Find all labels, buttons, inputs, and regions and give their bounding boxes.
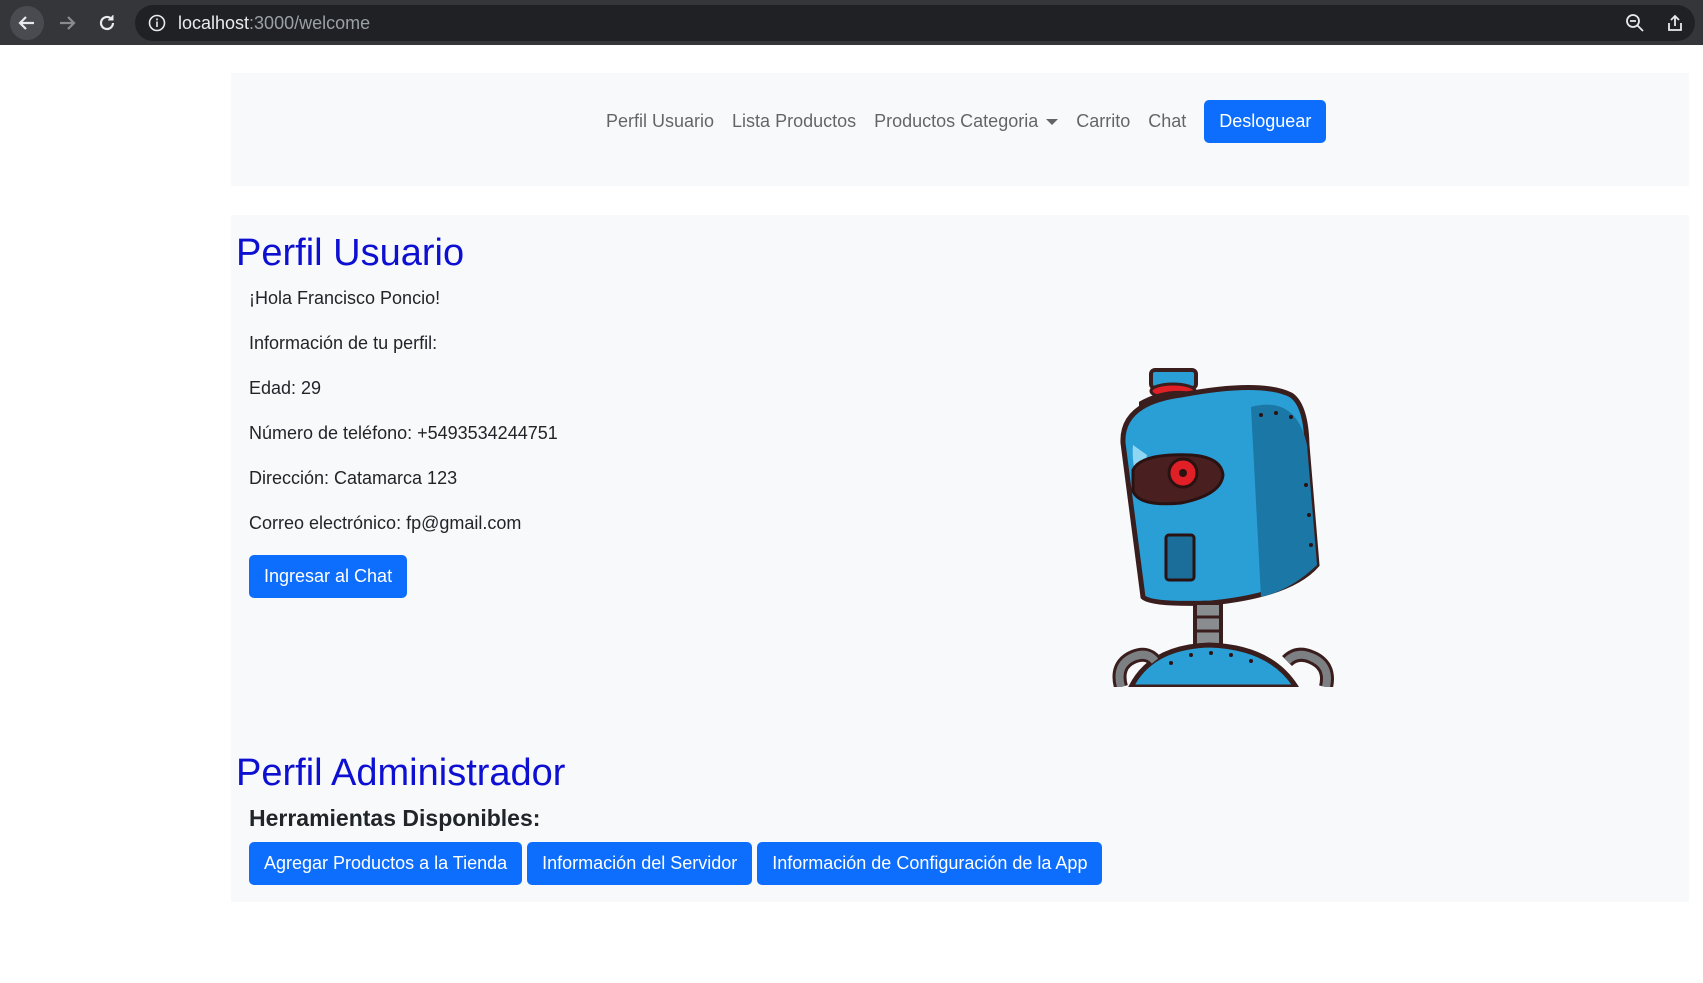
reload-icon <box>99 15 115 31</box>
profile-info-heading: Información de tu perfil: <box>249 333 438 353</box>
back-arrow-icon <box>18 16 34 30</box>
url-path: :3000/welcome <box>249 13 371 33</box>
zoom-icon[interactable] <box>1625 13 1645 33</box>
info-icon[interactable] <box>148 14 166 32</box>
admin-profile-title: Perfil Administrador <box>236 752 566 794</box>
url-host: localhost <box>178 13 250 33</box>
tools-heading: Herramientas Disponibles: <box>249 805 541 831</box>
enter-chat-button[interactable]: Ingresar al Chat <box>249 555 408 598</box>
address-text: Dirección: Catamarca 123 <box>249 468 458 488</box>
main-panel: Perfil Usuario ¡Hola Francisco Poncio! I… <box>231 215 1689 902</box>
nav-link-carrito[interactable]: Carrito <box>1076 111 1130 132</box>
caret-down-icon <box>1046 118 1059 125</box>
nav-link-chat[interactable]: Chat <box>1148 111 1186 132</box>
nav-dropdown-productos-categoria[interactable]: Productos Categoria <box>874 111 1059 132</box>
nav-dropdown-label: Productos Categoria <box>874 111 1039 131</box>
admin-tools: Agregar Productos a la Tienda Informació… <box>249 842 1103 885</box>
nav-link-lista-productos[interactable]: Lista Productos <box>732 111 856 132</box>
forward-button[interactable] <box>50 6 84 40</box>
navbar: Perfil Usuario Lista Productos Productos… <box>231 73 1689 186</box>
app-config-info-button[interactable]: Información de Configuración de la App <box>757 842 1103 885</box>
age-text: Edad: 29 <box>249 378 322 398</box>
forward-arrow-icon <box>60 16 76 30</box>
browser-toolbar: localhost:3000/welcome <box>0 0 1703 45</box>
nav-links: Perfil Usuario Lista Productos Productos… <box>606 100 1327 143</box>
user-profile-title: Perfil Usuario <box>236 232 465 274</box>
reload-button[interactable] <box>90 6 124 40</box>
server-info-button[interactable]: Información del Servidor <box>527 842 753 885</box>
address-bar[interactable]: localhost:3000/welcome <box>135 5 1695 41</box>
greeting-text: ¡Hola Francisco Poncio! <box>249 288 441 308</box>
robot-illustration <box>1112 368 1334 687</box>
add-products-button[interactable]: Agregar Productos a la Tienda <box>249 842 523 885</box>
logout-button[interactable]: Desloguear <box>1204 100 1327 143</box>
back-button[interactable] <box>10 6 44 40</box>
nav-link-perfil-usuario[interactable]: Perfil Usuario <box>606 111 714 132</box>
share-icon[interactable] <box>1665 13 1685 33</box>
url-text: localhost:3000/welcome <box>178 13 370 34</box>
phone-text: Número de teléfono: +5493534244751 <box>249 423 558 443</box>
email-text: Correo electrónico: fp@gmail.com <box>249 513 522 533</box>
